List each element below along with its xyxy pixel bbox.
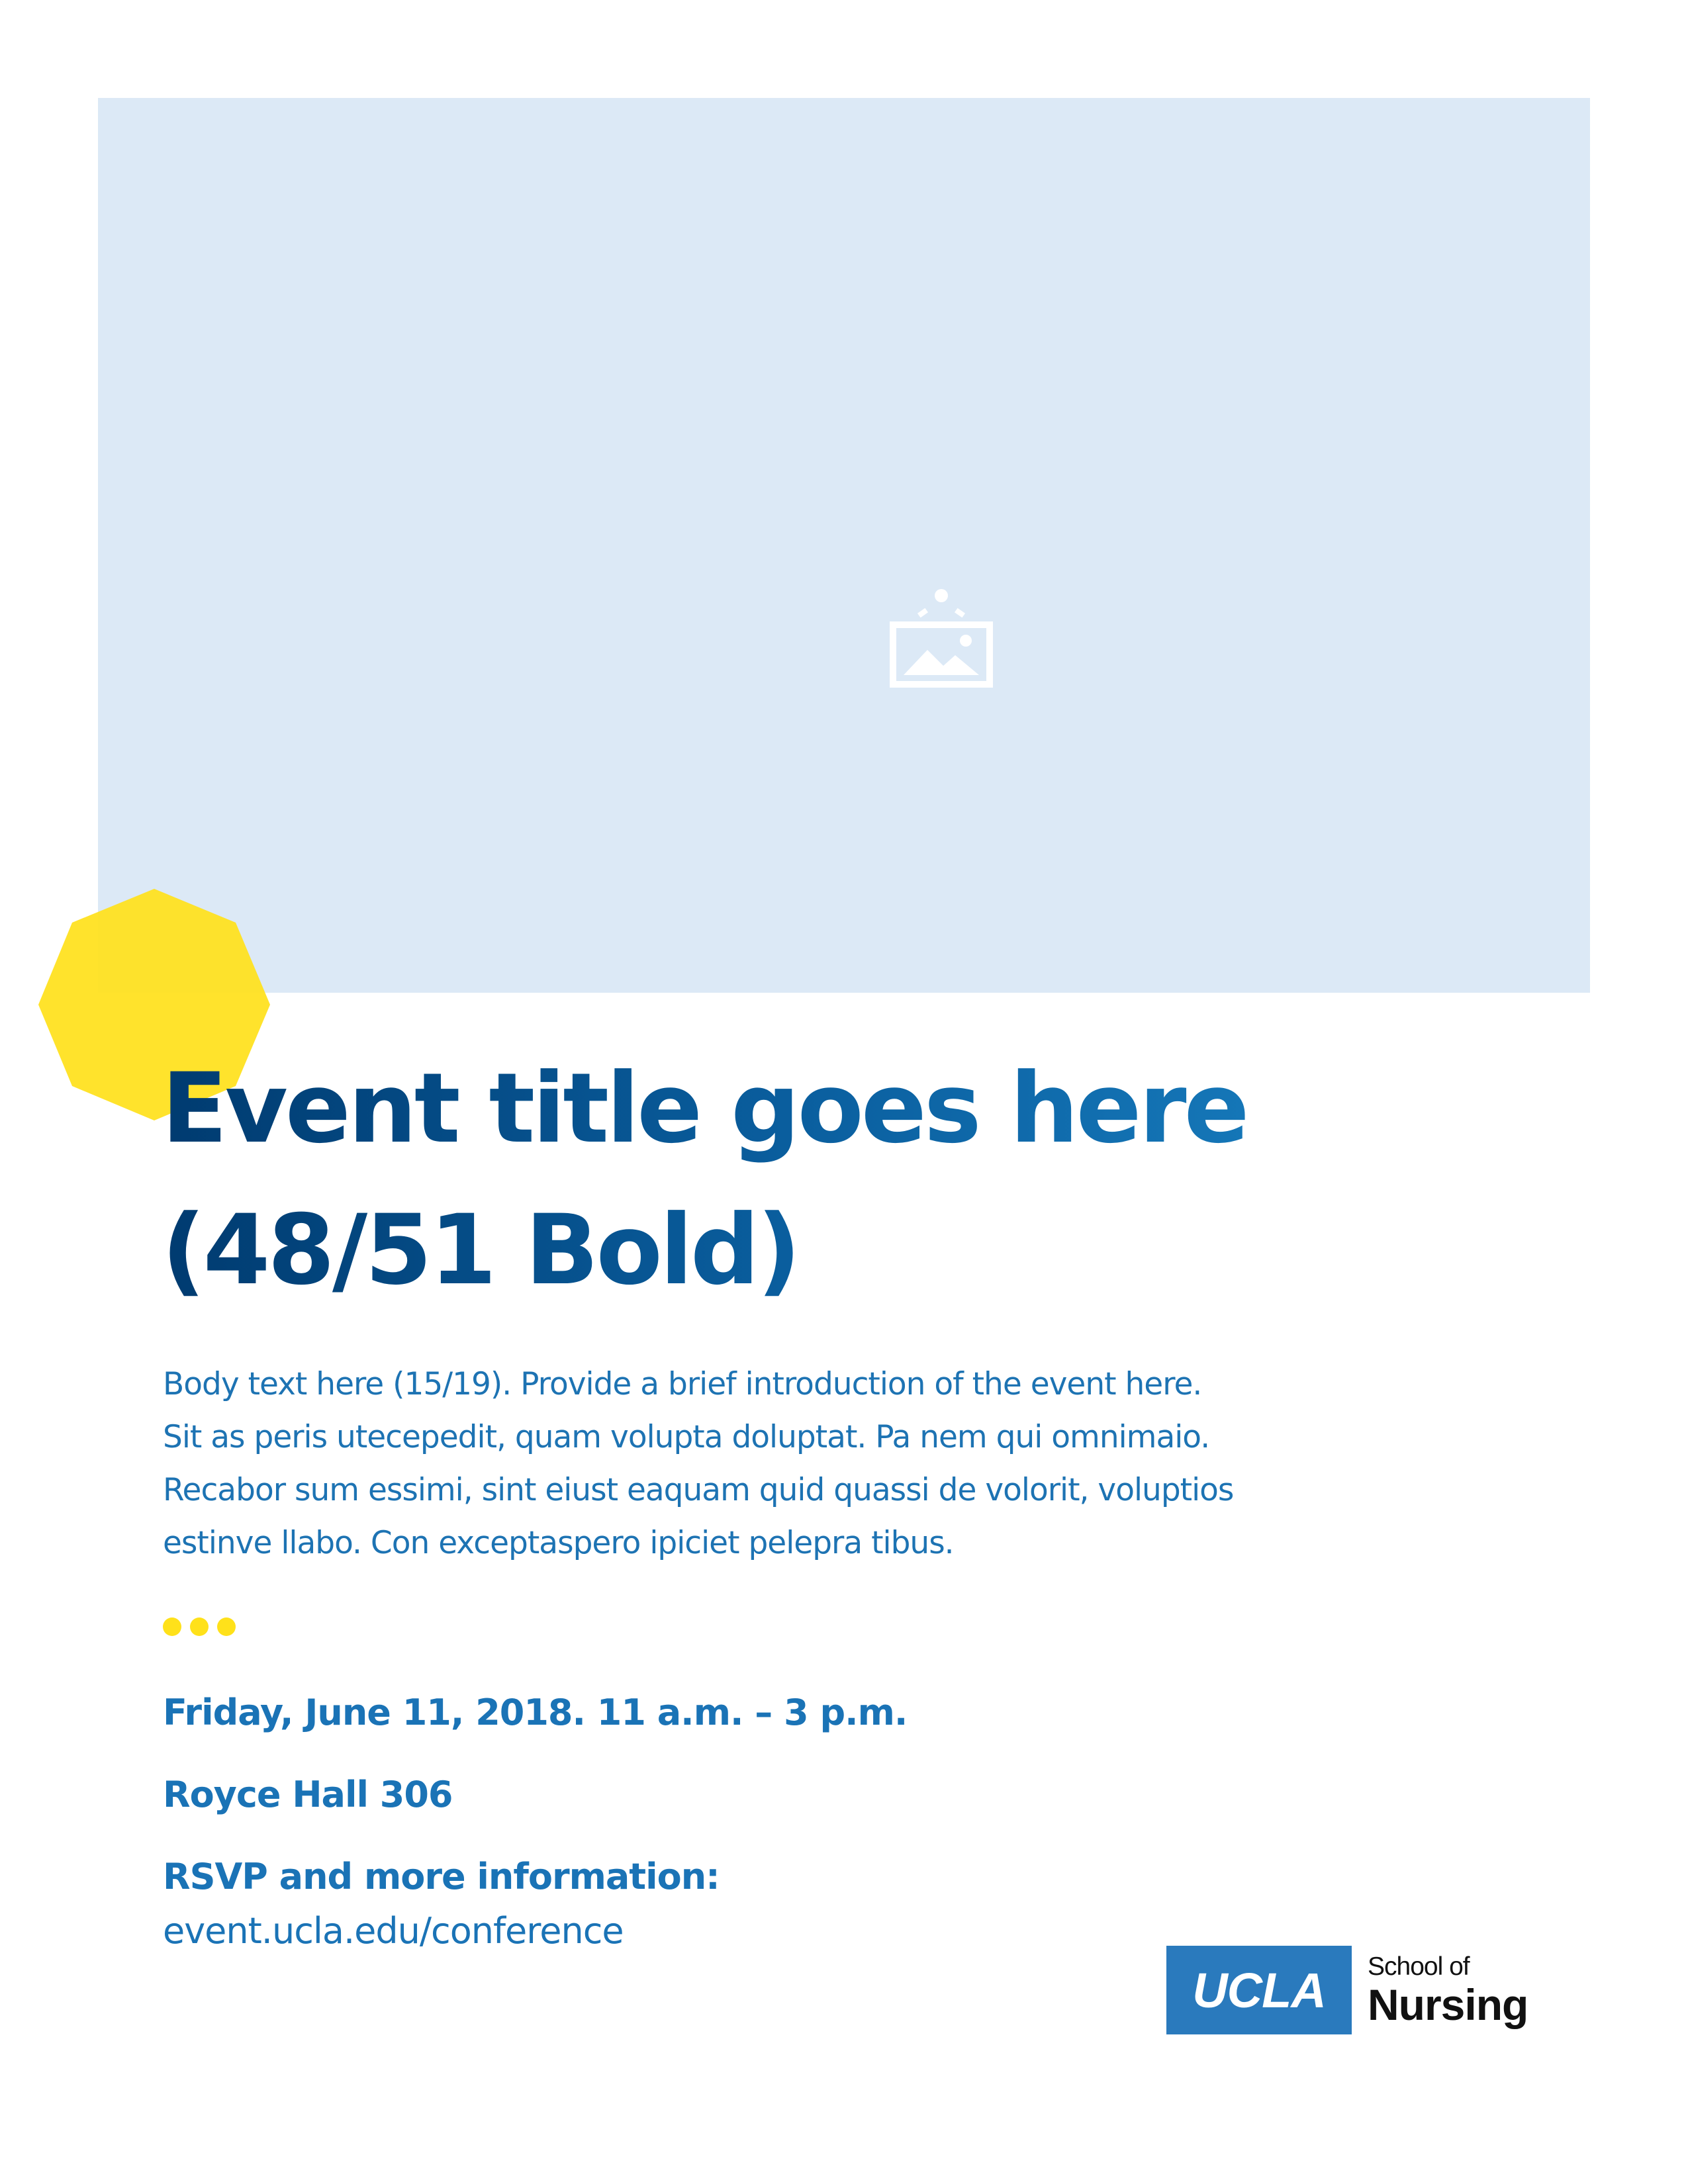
description-line-1: Body text here (15/19). Provide a brief … bbox=[163, 1366, 1202, 1402]
event-title-line-1: Event title goes here bbox=[162, 1052, 1247, 1165]
image-icon bbox=[889, 588, 994, 688]
divider-dot bbox=[190, 1617, 209, 1636]
dot-divider bbox=[163, 1617, 236, 1636]
divider-dot bbox=[163, 1617, 181, 1636]
event-date-time: Friday, June 11, 2018. 11 a.m. – 3 p.m. bbox=[163, 1692, 908, 1733]
ucla-nursing-logo: UCLA School of Nursing bbox=[1166, 1946, 1528, 2034]
event-title: Event title goes here (48/51 Bold) bbox=[162, 1038, 1552, 1321]
ucla-wordmark: UCLA bbox=[1192, 1962, 1327, 2018]
school-name: School of Nursing bbox=[1368, 1952, 1528, 2028]
event-title-line-2: (48/51 Bold) bbox=[162, 1194, 799, 1306]
divider-dot bbox=[217, 1617, 236, 1636]
event-location: Royce Hall 306 bbox=[163, 1774, 453, 1815]
ucla-logo-box: UCLA bbox=[1166, 1946, 1352, 2034]
description-line-2: Sit as peris utecepedit, quam volupta do… bbox=[163, 1419, 1210, 1455]
rsvp-link[interactable]: event.ucla.edu/conference bbox=[163, 1905, 624, 1958]
nursing-label: Nursing bbox=[1368, 1980, 1528, 2029]
school-of-label: School of bbox=[1368, 1952, 1470, 1981]
description-line-3: Recabor sum essimi, sint eiust eaquam qu… bbox=[163, 1472, 1234, 1508]
rsvp-label: RSVP and more information: bbox=[163, 1856, 720, 1897]
hero-image-placeholder bbox=[98, 98, 1590, 993]
description-line-4: estinve llabo. Con exceptaspero ipiciet … bbox=[163, 1525, 955, 1561]
event-description: Body text here (15/19). Provide a brief … bbox=[163, 1358, 1487, 1570]
